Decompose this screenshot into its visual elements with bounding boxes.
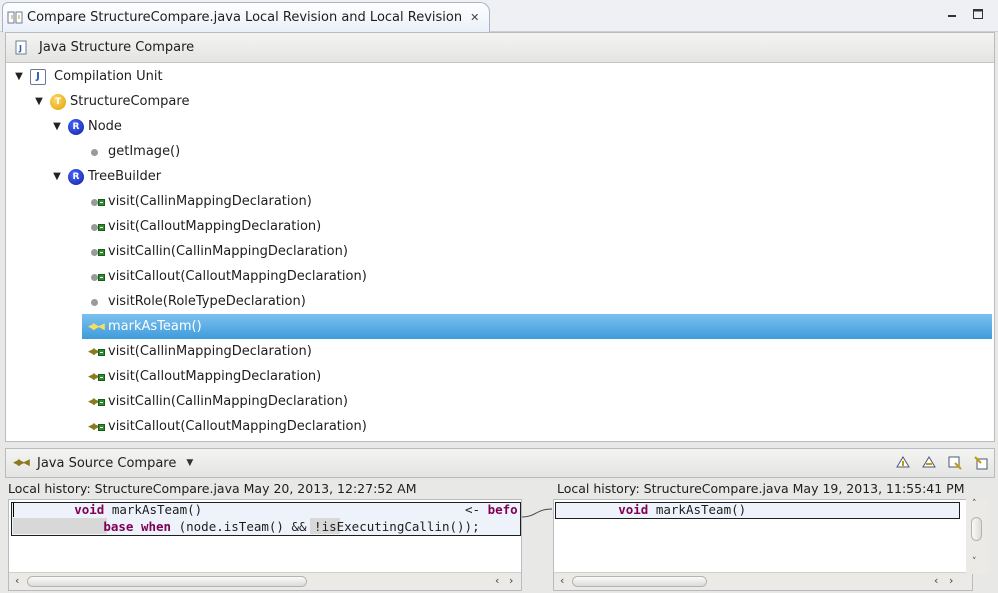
previous-change-icon[interactable] [972,455,990,473]
structure-compare-header: J Java Structure Compare [6,33,994,63]
editor-tab-bar: Compare StructureCompare.java Local Revi… [0,0,998,32]
left-pane-label: Local history: StructureCompare.java May… [8,481,417,496]
callin-binding-added-icon: ◀▶ [88,394,105,410]
left-horizontal-scrollbar[interactable]: ‹ ‹ › [9,572,521,590]
code-line-2: base when (node.isTeam() && !isExecuting… [103,519,480,534]
scroll-up-icon[interactable]: ˄ [972,499,977,509]
structure-compare-panel: J Java Structure Compare ▼ J Compilation… [5,32,995,442]
next-difference-icon[interactable] [894,455,912,473]
tree-row-label: StructureCompare [70,94,190,109]
compilation-unit-icon: J [30,68,46,85]
tree-row-label: visitCallout(CalloutMappingDeclaration) [108,269,367,284]
method-added-icon [88,244,105,260]
tree-row[interactable]: visitRole(RoleTypeDeclaration) [88,289,306,314]
left-source-editor[interactable]: void markAsTeam() <- befo base when (node… [8,499,522,591]
diff-connector [522,508,553,518]
tree-row[interactable]: visit(CalloutMappingDeclaration) [88,214,321,239]
maximize-icon[interactable] [972,8,984,20]
compare-editor-tab[interactable]: Compare StructureCompare.java Local Revi… [2,2,490,32]
source-compare-header: ◀▶◀ Java Source Compare ▼ [5,448,995,478]
scroll-right-icon[interactable]: › [949,574,953,587]
tree-row[interactable]: ◀▶ visitCallout(CalloutMappingDeclaratio… [88,414,367,439]
svg-text:J: J [18,44,22,53]
tree-row-label: visitCallin(CallinMappingDeclaration) [108,394,348,409]
tree-row[interactable]: visitCallin(CallinMappingDeclaration) [88,239,348,264]
method-icon [88,294,104,310]
java-file-icon: J [13,40,29,56]
code-line-1: void markAsTeam() [618,502,747,517]
expand-arrow-icon[interactable]: ▼ [50,121,64,132]
callin-binding-added-icon: ◀▶ [88,419,105,435]
source-compare-icon: ◀▶◀ [13,458,30,468]
right-source-editor[interactable]: void markAsTeam() ‹ ‹ › [553,499,973,591]
tree-row-label: Compilation Unit [54,69,163,84]
tree-row[interactable]: ◀▶ visitCallin(CallinMappingDeclaration) [88,389,348,414]
method-icon [88,144,104,160]
tree-row-label: visitCallout(CalloutMappingDeclaration) [108,419,367,434]
role-class-icon: R [68,118,84,135]
tree-row[interactable]: ▼ J Compilation Unit [12,64,163,89]
callin-binding-removed-icon: ◀▶ [88,369,105,385]
tree-row-label: Node [88,119,122,134]
expand-arrow-icon[interactable]: ▼ [50,171,64,182]
scroll-thumb[interactable] [27,576,307,587]
tree-row-label: visitRole(RoleTypeDeclaration) [108,294,306,309]
tree-row[interactable]: ▼ R Node [50,114,122,139]
tree-row-label: visit(CallinMappingDeclaration) [108,344,312,359]
minimize-icon[interactable] [946,8,958,20]
code-line-1: void markAsTeam() <- befo [13,502,518,517]
tree-row-label: markAsTeam() [108,319,202,334]
tree-row[interactable]: visitCallout(CalloutMappingDeclaration) [88,264,367,289]
right-vertical-scrollbar[interactable]: ˄ ˅ [966,499,988,574]
method-removed-icon [88,194,105,210]
scroll-thumb[interactable] [572,576,707,587]
tree-row-label: visitCallin(CallinMappingDeclaration) [108,244,348,259]
view-menu-dropdown-icon[interactable]: ▼ [186,458,193,468]
scroll-left-icon[interactable]: ‹ [495,574,499,587]
tree-row-label: getImage() [108,144,181,159]
tree-row[interactable]: ▼ T StructureCompare [32,89,189,114]
tree-row-label: visit(CalloutMappingDeclaration) [108,219,322,234]
source-compare-title: Java Source Compare [37,455,177,471]
tree-row[interactable]: ◀▶ visit(CallinMappingDeclaration) [88,339,312,364]
tree-row-label: visit(CallinMappingDeclaration) [108,194,312,209]
tree-row[interactable]: getImage() [88,139,180,164]
scroll-left-icon[interactable]: ‹ [15,574,19,587]
method-removed-icon [88,219,105,235]
tree-row[interactable]: visit(CallinMappingDeclaration) [88,189,312,214]
previous-difference-icon[interactable] [920,455,938,473]
tree-row[interactable]: ◀▶ visit(CalloutMappingDeclaration) [88,364,321,389]
callin-binding-removed-icon: ◀▶ [88,344,105,360]
close-icon[interactable]: ✕ [470,11,479,24]
method-added-icon [88,269,105,285]
right-horizontal-scrollbar[interactable]: ‹ ‹ › [554,572,972,590]
tree-row-selected[interactable]: ◀▶◀ markAsTeam() [82,314,992,339]
expand-arrow-icon[interactable]: ▼ [12,71,26,82]
tree-row[interactable]: ▼ R TreeBuilder [50,164,161,189]
right-pane-label: Local history: StructureCompare.java May… [557,481,965,496]
scroll-thumb[interactable] [971,517,982,541]
role-class-icon: R [68,168,84,185]
tab-title: Compare StructureCompare.java Local Revi… [27,10,463,25]
team-class-icon: T [50,93,66,110]
structure-compare-title: Java Structure Compare [39,40,195,55]
callin-binding-icon: ◀▶◀ [88,321,105,332]
tree-row-label: visit(CalloutMappingDeclaration) [108,369,322,384]
scroll-right-icon[interactable]: › [509,574,513,587]
next-change-icon[interactable] [946,455,964,473]
compare-icon [7,10,23,26]
tree-row-label: TreeBuilder [88,169,162,184]
scroll-left-icon[interactable]: ‹ [560,574,564,587]
expand-arrow-icon[interactable]: ▼ [32,96,46,107]
scroll-left-icon[interactable]: ‹ [934,574,938,587]
scroll-down-icon[interactable]: ˅ [972,557,977,567]
